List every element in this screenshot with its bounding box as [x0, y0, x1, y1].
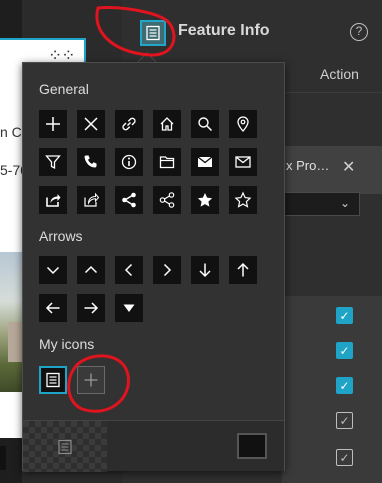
section-title-general: General [39, 81, 89, 97]
email-filled-icon[interactable] [191, 148, 219, 176]
card-top-border [0, 38, 84, 40]
share-nodes-filled-icon[interactable] [115, 186, 143, 214]
popover-footer [23, 420, 284, 472]
location-pin-icon[interactable] [229, 110, 257, 138]
filter-icon[interactable] [39, 148, 67, 176]
star-filled-icon[interactable] [191, 186, 219, 214]
checkbox-2[interactable]: ✓ [336, 342, 353, 359]
folder-icon[interactable] [153, 148, 181, 176]
section-title-arrows: Arrows [39, 228, 83, 244]
chevron-down-icon[interactable] [39, 256, 67, 284]
add-icon[interactable] [77, 366, 105, 394]
help-icon[interactable]: ? [350, 23, 368, 41]
tab-action[interactable]: Action [320, 66, 359, 82]
email-outline-icon[interactable] [229, 148, 257, 176]
star-outline-icon[interactable] [229, 186, 257, 214]
section-title-my-icons: My icons [39, 336, 95, 352]
checkbox-5[interactable]: ✓ [336, 449, 353, 466]
panel-header: Feature Info ? [122, 0, 382, 60]
chevron-left-icon[interactable] [115, 256, 143, 284]
caret-down-icon[interactable] [115, 294, 143, 322]
arrow-down-icon[interactable] [191, 256, 219, 284]
feature-info-icon[interactable] [39, 366, 67, 394]
close-icon[interactable]: ✕ [342, 157, 355, 177]
chevron-down-icon[interactable]: ⌄ [340, 196, 350, 210]
share-box-outline-icon[interactable] [77, 186, 105, 214]
icon-preview [23, 421, 107, 472]
icon-color-swatch[interactable] [237, 433, 267, 459]
arrow-right-icon[interactable] [77, 294, 105, 322]
share-nodes-outline-icon[interactable] [153, 186, 181, 214]
home-icon[interactable] [153, 110, 181, 138]
plus-icon[interactable] [39, 110, 67, 138]
sidebar-notch [0, 446, 6, 470]
arrow-left-icon[interactable] [39, 294, 67, 322]
checkbox-4[interactable]: ✓ [336, 412, 353, 429]
checkbox-3[interactable]: ✓ [336, 377, 353, 394]
arrows-icon-grid [39, 256, 257, 322]
fields-list [282, 296, 382, 483]
info-icon[interactable] [115, 148, 143, 176]
close-icon[interactable] [77, 110, 105, 138]
chevron-up-icon[interactable] [77, 256, 105, 284]
checkbox-1[interactable]: ✓ [336, 307, 353, 324]
feature-info-icon [58, 439, 72, 454]
panel-title: Feature Info [178, 22, 270, 39]
phone-icon[interactable] [77, 148, 105, 176]
card-text-1: n C [0, 124, 22, 140]
arrow-up-icon[interactable] [229, 256, 257, 284]
share-box-filled-icon[interactable] [39, 186, 67, 214]
icon-picker-popover: General Arrows My icons [22, 62, 285, 472]
link-icon[interactable] [115, 110, 143, 138]
general-icon-grid [39, 110, 257, 214]
chevron-right-icon[interactable] [153, 256, 181, 284]
feature-info-icon[interactable] [140, 20, 166, 46]
field-chip-label: x Pro… [286, 158, 330, 173]
search-icon[interactable] [191, 110, 219, 138]
